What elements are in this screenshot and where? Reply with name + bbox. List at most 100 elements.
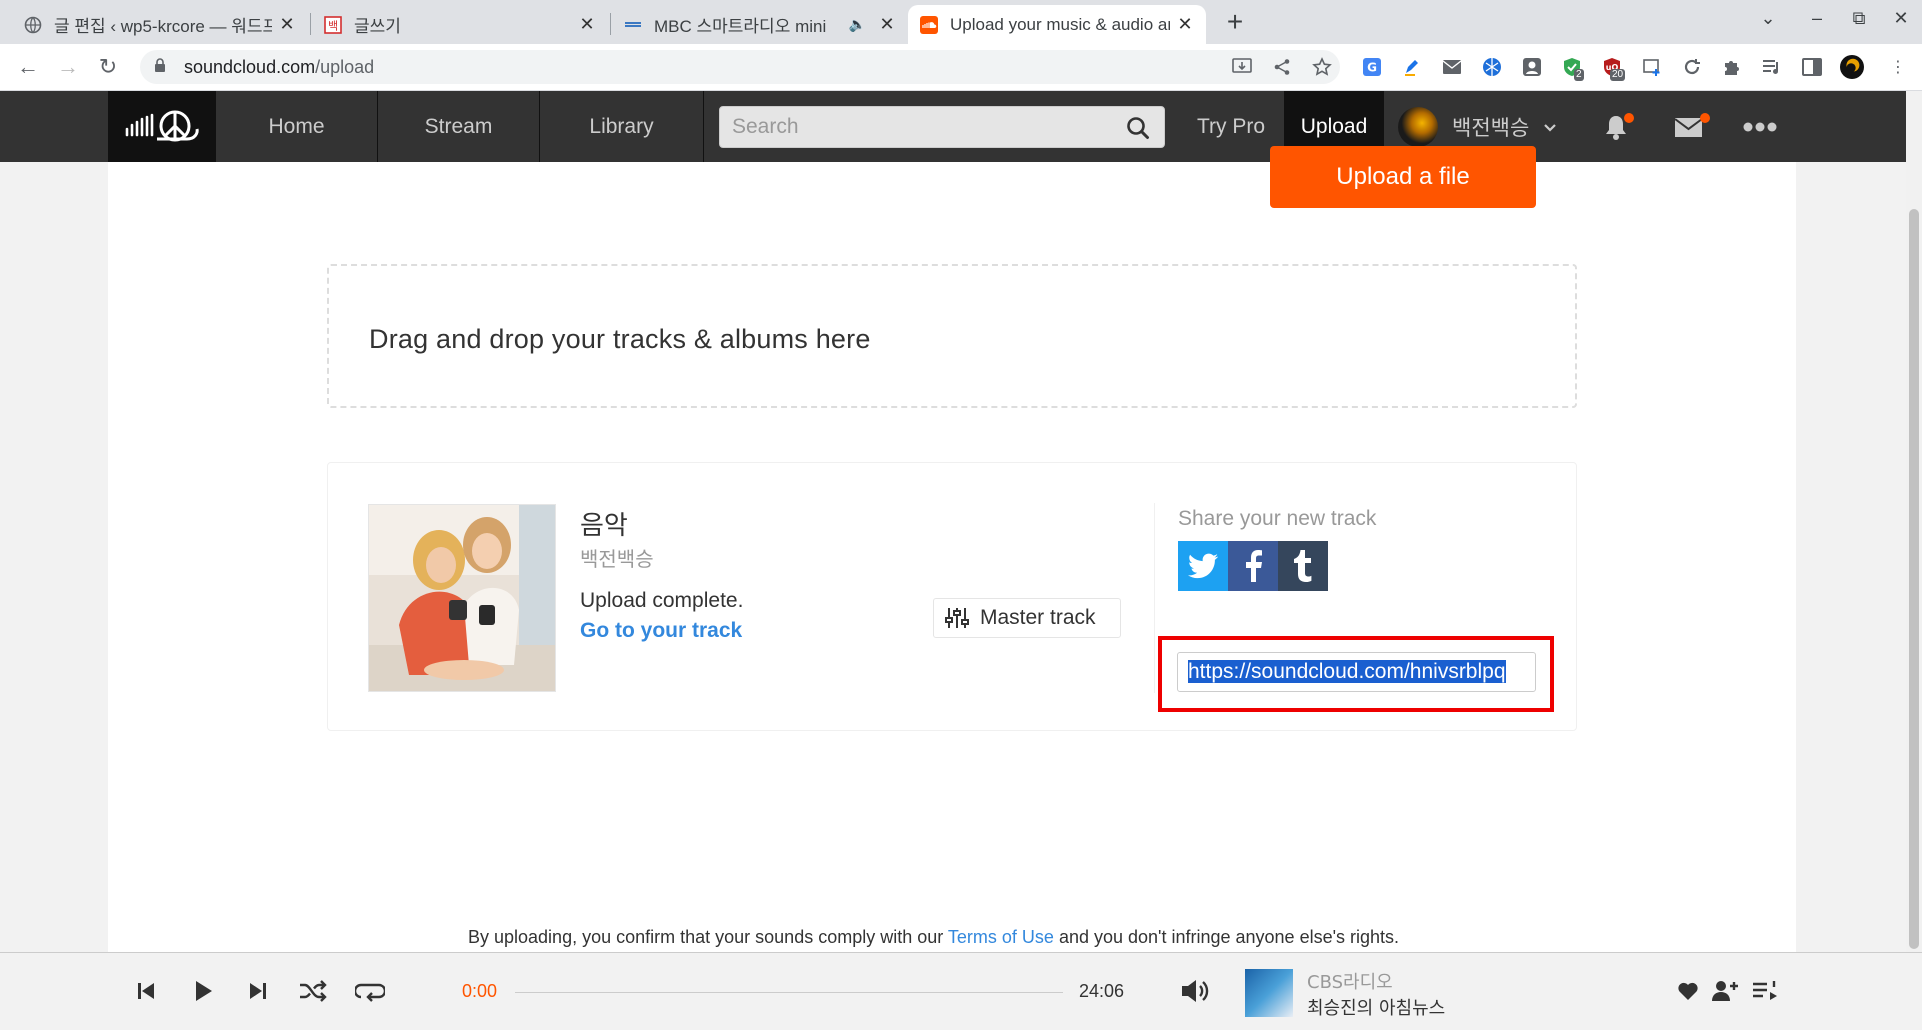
follow-user-icon[interactable]	[1710, 976, 1740, 1006]
previous-track-icon[interactable]	[131, 976, 161, 1006]
share-icon[interactable]	[1270, 55, 1294, 79]
play-queue-icon[interactable]	[1750, 976, 1780, 1006]
facebook-icon	[1246, 550, 1262, 582]
svg-text:백: 백	[328, 19, 338, 32]
back-icon[interactable]: ←	[14, 53, 42, 81]
search-icon[interactable]	[1126, 116, 1150, 145]
browser-tab[interactable]: 글 편집 ‹ wp5-krcore — 워드프레스 ✕	[12, 5, 308, 44]
install-app-icon[interactable]	[1230, 55, 1254, 79]
nav-library[interactable]: Library	[540, 91, 704, 162]
maximize-button[interactable]: ⧉	[1846, 8, 1872, 29]
browser-tab[interactable]: 백 글쓰기 ✕	[312, 5, 608, 44]
ublock-extension-icon[interactable]: uO 20	[1600, 55, 1626, 81]
forward-icon[interactable]: →	[54, 53, 82, 81]
twitter-share-button[interactable]	[1178, 541, 1228, 591]
sliders-icon	[945, 608, 969, 628]
translate-extension-icon[interactable]: G	[1360, 55, 1384, 79]
facebook-share-button[interactable]	[1228, 541, 1278, 591]
side-panel-icon[interactable]	[1800, 55, 1824, 79]
now-playing-artwork[interactable]	[1245, 969, 1293, 1017]
shuffle-icon[interactable]	[298, 976, 328, 1006]
play-icon[interactable]	[188, 976, 218, 1006]
minimize-button[interactable]: –	[1804, 8, 1830, 29]
go-to-track-link[interactable]: Go to your track	[580, 619, 742, 643]
next-track-icon[interactable]	[243, 976, 273, 1006]
nav-stream[interactable]: Stream	[378, 91, 540, 162]
browser-toolbar: ← → ↻ soundcloud.com/upload	[0, 44, 1922, 91]
volume-icon[interactable]	[1180, 976, 1210, 1006]
track-title: 음악	[580, 511, 628, 541]
globe-icon	[24, 16, 42, 34]
messages-envelope-icon[interactable]	[1672, 91, 1710, 162]
pen-extension-icon[interactable]	[1400, 55, 1424, 79]
address-bar[interactable]: soundcloud.com/upload	[140, 50, 1340, 84]
terms-text-after: and you don't infringe anyone else's rig…	[1053, 927, 1400, 947]
master-track-button[interactable]: Master track	[933, 598, 1121, 638]
track-uploader: 백전백승	[580, 547, 654, 571]
speaker-icon[interactable]: 🔈	[849, 16, 866, 33]
terms-of-use-link[interactable]: Terms of Use	[948, 927, 1054, 947]
tab-separator	[610, 13, 611, 35]
track-artwork	[368, 504, 556, 692]
browser-tab[interactable]: MBC 스마트라디오 mini 🔈 ✕	[612, 5, 908, 44]
notifications-bell-icon[interactable]	[1600, 91, 1634, 162]
bookmark-star-icon[interactable]	[1310, 55, 1334, 79]
browser-menu-icon[interactable]: ⋮	[1886, 55, 1910, 79]
tab-title: 글 편집 ‹ wp5-krcore — 워드프레스	[54, 17, 272, 36]
message-dot	[1700, 113, 1710, 123]
page-scrollbar[interactable]	[1906, 91, 1922, 952]
share-link-text: https://soundcloud.com/hnivsrblpq	[1188, 660, 1506, 683]
like-heart-icon[interactable]	[1673, 976, 1703, 1006]
media-control-icon[interactable]	[1760, 55, 1784, 79]
close-tab-icon[interactable]: ✕	[578, 14, 596, 35]
twitter-icon	[1188, 553, 1218, 579]
mail-extension-icon[interactable]	[1440, 55, 1464, 79]
baek-favicon: 백	[324, 15, 342, 34]
search-input[interactable]	[720, 107, 1164, 147]
repeat-icon[interactable]	[355, 976, 385, 1006]
master-track-label: Master track	[980, 606, 1096, 629]
now-playing-artist[interactable]: CBS라디오	[1307, 968, 1393, 994]
reload-icon[interactable]: ↻	[94, 53, 122, 81]
progress-bar[interactable]	[515, 992, 1063, 993]
refresh-extension-icon[interactable]	[1680, 55, 1704, 79]
browser-tab-active[interactable]: Upload your music & audio and share ✕	[908, 5, 1206, 44]
search-box	[719, 106, 1165, 148]
scrollbar-thumb[interactable]	[1909, 209, 1919, 949]
tumblr-icon	[1294, 550, 1312, 582]
terms-notice: By uploading, you confirm that your soun…	[468, 927, 1399, 948]
url-path: /upload	[315, 56, 375, 77]
close-tab-icon[interactable]: ✕	[878, 14, 896, 35]
url-host: soundcloud.com	[184, 56, 316, 77]
profile-avatar[interactable]	[1840, 55, 1864, 79]
notification-dot	[1624, 113, 1634, 123]
nav-home[interactable]: Home	[216, 91, 378, 162]
try-pro-link[interactable]: Try Pro	[1197, 91, 1265, 162]
share-heading: Share your new track	[1178, 507, 1377, 530]
puzzle-extensions-icon[interactable]	[1720, 55, 1744, 79]
close-tab-icon[interactable]: ✕	[1176, 14, 1194, 35]
site-header: Home Stream Library Try Pro Upload 백전백승	[0, 91, 1922, 162]
tumblr-share-button[interactable]	[1278, 541, 1328, 591]
total-time: 24:06	[1079, 981, 1125, 1001]
soundcloud-favicon	[920, 15, 938, 34]
tab-search-icon[interactable]: ⌄	[1755, 8, 1781, 29]
tab-separator	[310, 13, 311, 35]
screen-extension-icon[interactable]	[1640, 55, 1664, 79]
upload-file-button[interactable]: Upload a file	[1270, 146, 1536, 208]
portrait-extension-icon[interactable]	[1520, 55, 1544, 79]
new-tab-button[interactable]: +	[1220, 6, 1250, 38]
share-link-field[interactable]: https://soundcloud.com/hnivsrblpq	[1177, 652, 1536, 692]
lock-icon	[154, 57, 170, 78]
close-window-button[interactable]: ✕	[1888, 8, 1914, 29]
extension-badge: 2	[1574, 69, 1584, 81]
upload-page: Drag and drop your tracks & albums here …	[108, 162, 1796, 952]
close-tab-icon[interactable]: ✕	[278, 14, 296, 35]
soundcloud-logo[interactable]	[108, 91, 216, 162]
drop-zone[interactable]: Drag and drop your tracks & albums here	[327, 264, 1577, 408]
now-playing-title[interactable]: 최승진의 아침뉴스	[1307, 994, 1445, 1020]
shield-extension-icon[interactable]: 2	[1560, 55, 1584, 81]
more-options-icon[interactable]	[1740, 91, 1780, 162]
network-extension-icon[interactable]	[1480, 55, 1504, 79]
svg-text:G: G	[1367, 61, 1377, 75]
